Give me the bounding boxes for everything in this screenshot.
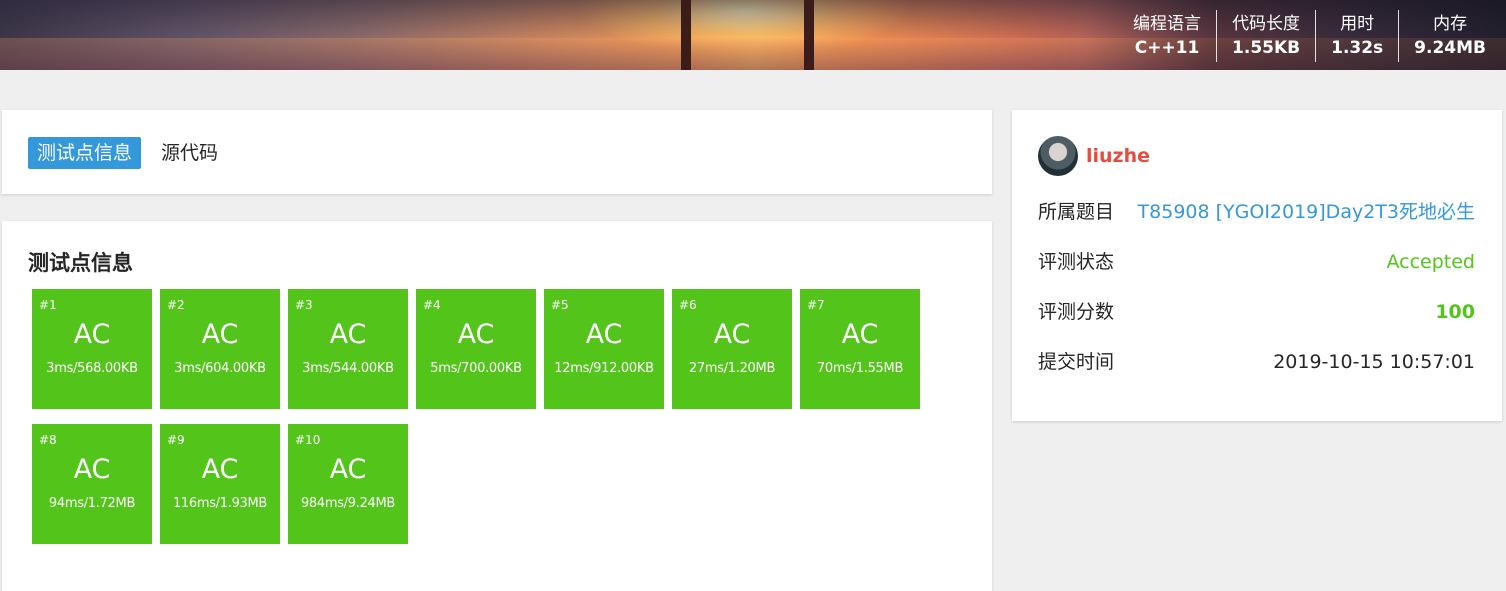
status-label: 评测状态 — [1038, 251, 1115, 273]
testcase-tile[interactable]: #6 AC 27ms/1.20MB — [672, 289, 792, 409]
testcases-card: 测试点信息 #1 AC 3ms/568.00KB #2 AC 3ms/604.00KB #3… — [2, 221, 992, 591]
stat-time: 用时 1.32s — [1315, 10, 1398, 62]
testcase-number: #6 — [679, 298, 697, 312]
testcases-title: 测试点信息 — [28, 251, 133, 275]
testcase-usage: 27ms/1.20MB — [688, 361, 776, 376]
testcase-status: AC — [457, 319, 495, 350]
testcase-usage: 94ms/1.72MB — [48, 496, 136, 511]
stat-memory: 内存 9.24MB — [1398, 10, 1496, 62]
testcase-tile[interactable]: #8 AC 94ms/1.72MB — [32, 424, 152, 544]
header-banner: 编程语言 C++11 代码长度 1.55KB 用时 1.32s 内存 9.24M… — [0, 0, 1506, 70]
testcase-tile[interactable]: #1 AC 3ms/568.00KB — [32, 289, 152, 409]
testcase-status: AC — [73, 319, 111, 350]
testcase-number: #1 — [39, 298, 57, 312]
submit-time-value: 2019-10-15 10:57:01 — [1273, 351, 1475, 373]
banner-pole — [681, 0, 691, 70]
testcase-number: #9 — [167, 433, 185, 447]
banner-pole — [804, 0, 814, 70]
stat-value: 1.32s — [1331, 38, 1384, 58]
testcase-tile[interactable]: #4 AC 5ms/700.00KB — [416, 289, 536, 409]
status-value: Accepted — [1386, 251, 1475, 273]
testcase-number: #10 — [295, 433, 321, 447]
testcase-number: #2 — [167, 298, 185, 312]
testcase-usage: 5ms/700.00KB — [430, 361, 522, 376]
submit-time-label: 提交时间 — [1038, 351, 1115, 373]
stat-value: C++11 — [1134, 38, 1200, 58]
testcase-usage: 116ms/1.93MB — [172, 496, 268, 511]
tab-source-code[interactable]: 源代码 — [152, 137, 227, 169]
testcase-usage: 3ms/604.00KB — [174, 361, 266, 376]
submission-stats: 编程语言 C++11 代码长度 1.55KB 用时 1.32s 内存 9.24M… — [1118, 10, 1496, 62]
testcase-status: AC — [329, 454, 367, 485]
stat-label: 代码长度 — [1232, 14, 1301, 34]
testcase-status: AC — [841, 319, 879, 350]
testcase-tile[interactable]: #7 AC 70ms/1.55MB — [800, 289, 920, 409]
username-link[interactable]: liuzhe — [1086, 145, 1150, 167]
testcase-number: #3 — [295, 298, 313, 312]
testcase-number: #7 — [807, 298, 825, 312]
stat-value: 1.55KB — [1232, 38, 1301, 58]
testcase-tile[interactable]: #10 AC 984ms/9.24MB — [288, 424, 408, 544]
testcase-status: AC — [201, 454, 239, 485]
score-value: 100 — [1435, 301, 1475, 323]
stat-label: 编程语言 — [1133, 14, 1202, 34]
testcase-usage: 984ms/9.24MB — [300, 496, 396, 511]
stat-label: 用时 — [1340, 14, 1375, 34]
testcase-number: #4 — [423, 298, 441, 312]
stat-label: 内存 — [1433, 14, 1468, 34]
testcase-status: AC — [713, 319, 751, 350]
testcase-usage: 3ms/568.00KB — [46, 361, 138, 376]
testcase-tile[interactable]: #2 AC 3ms/604.00KB — [160, 289, 280, 409]
stat-code-length: 代码长度 1.55KB — [1216, 10, 1315, 62]
user-info: liuzhe — [1038, 136, 1150, 176]
submission-info-card: liuzhe 所属题目 T85908 [YGOI2019]Day2T3死地必生 … — [1012, 110, 1502, 421]
testcase-tile[interactable]: #9 AC 116ms/1.93MB — [160, 424, 280, 544]
avatar[interactable] — [1038, 136, 1078, 176]
problem-link[interactable]: T85908 [YGOI2019]Day2T3死地必生 — [1138, 199, 1475, 225]
problem-row: 所属题目 T85908 [YGOI2019]Day2T3死地必生 — [1038, 199, 1475, 225]
testcase-status: AC — [73, 454, 111, 485]
testcase-status: AC — [329, 319, 367, 350]
testcase-status: AC — [201, 319, 239, 350]
submit-time-row: 提交时间 2019-10-15 10:57:01 — [1038, 349, 1475, 375]
stat-value: 9.24MB — [1414, 38, 1486, 58]
stat-language: 编程语言 C++11 — [1118, 10, 1216, 62]
testcase-number: #5 — [551, 298, 569, 312]
score-label: 评测分数 — [1038, 301, 1115, 323]
testcase-usage: 12ms/912.00KB — [554, 361, 654, 376]
tab-bar: 测试点信息 源代码 — [28, 137, 238, 169]
testcase-status: AC — [585, 319, 623, 350]
tabs-card: 测试点信息 源代码 — [2, 110, 992, 194]
tab-testcase-info[interactable]: 测试点信息 — [28, 137, 142, 169]
problem-label: 所属题目 — [1038, 201, 1115, 223]
testcase-tile[interactable]: #3 AC 3ms/544.00KB — [288, 289, 408, 409]
testcase-tile[interactable]: #5 AC 12ms/912.00KB — [544, 289, 664, 409]
score-row: 评测分数 100 — [1038, 299, 1475, 325]
testcase-number: #8 — [39, 433, 57, 447]
testcase-usage: 3ms/544.00KB — [302, 361, 394, 376]
testcase-usage: 70ms/1.55MB — [816, 361, 904, 376]
status-row: 评测状态 Accepted — [1038, 249, 1475, 275]
